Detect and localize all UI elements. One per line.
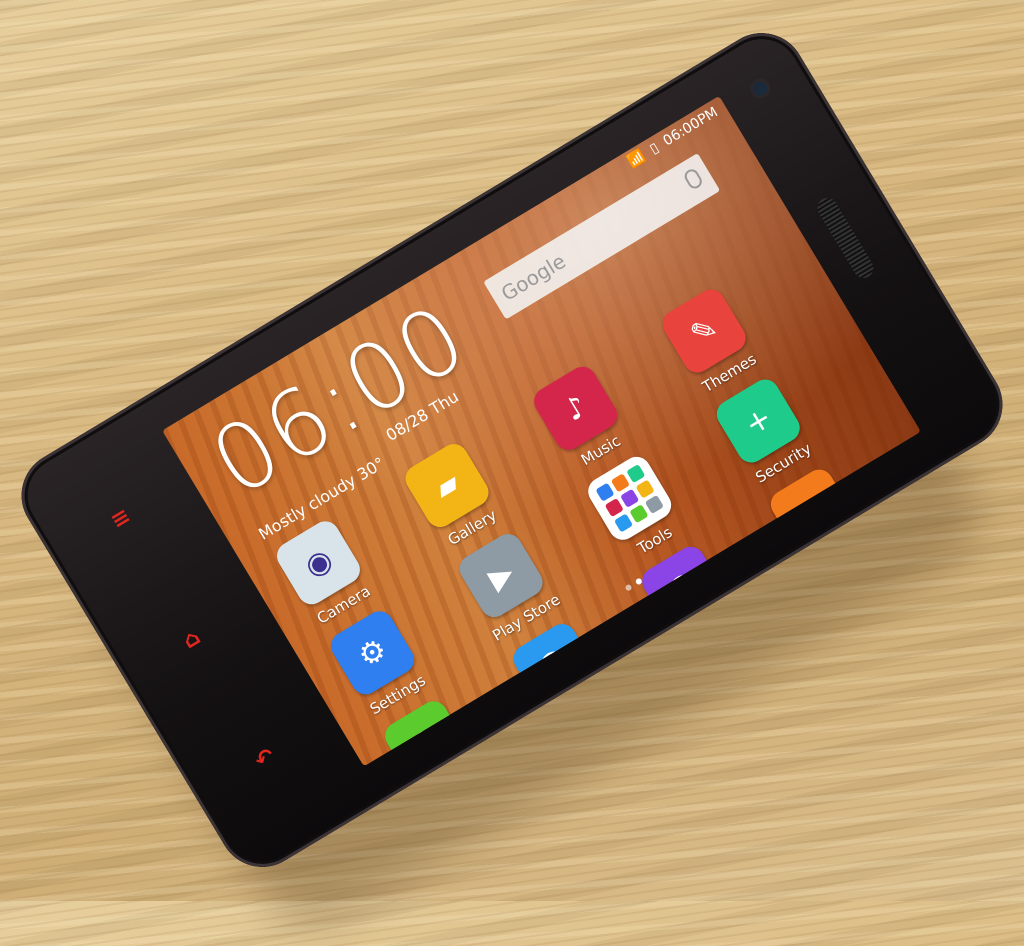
signal-icon: 📶 <box>625 147 649 171</box>
weather-temp: 30° <box>353 453 388 485</box>
home-key-icon[interactable]: ⌂ <box>179 625 205 655</box>
menu-key-icon[interactable]: ≡ <box>106 503 135 534</box>
battery-icon: ▯ <box>646 139 662 158</box>
home-screen: 📶 ▯ 06:00PM Google 06:00 08/28 Thu Mostl… <box>161 95 922 767</box>
status-bar: 📶 ▯ 06:00PM <box>625 104 721 170</box>
front-camera-icon <box>750 78 770 99</box>
back-key-icon[interactable]: ↶ <box>251 743 280 774</box>
mic-icon[interactable] <box>682 166 705 192</box>
google-search-bar[interactable]: Google <box>483 153 721 320</box>
status-time: 06:00PM <box>660 104 721 150</box>
google-logo: Google <box>496 248 570 306</box>
